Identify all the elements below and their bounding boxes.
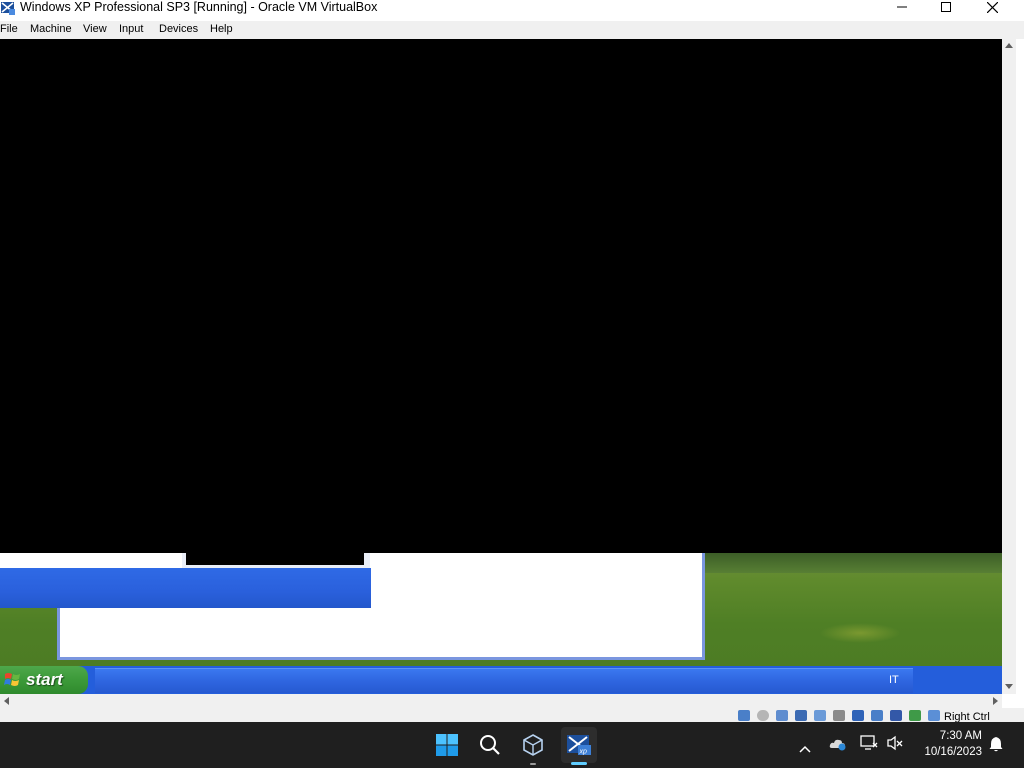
vm-black-region [0,39,1002,553]
host-virtualbox-manager[interactable] [515,727,551,765]
maximize-button[interactable] [923,0,969,14]
onedrive-icon[interactable] [829,736,847,755]
window-title: Windows XP Professional SP3 [Running] - … [20,0,378,14]
network-icon[interactable] [795,710,807,721]
xp-taskbar-buttons-area[interactable] [95,668,913,693]
maximize-icon [941,2,951,12]
vt-x-icon[interactable] [890,710,902,721]
close-icon [986,1,998,13]
menu-view[interactable]: View [83,23,107,35]
volume-muted-icon[interactable] [886,735,904,755]
virtualbox-manager-icon [523,734,543,756]
host-taskbar: xp 7:30 AM 10/16/2023 [0,722,1024,768]
language-indicator[interactable]: IT [889,674,899,686]
scroll-right-icon[interactable] [993,697,998,705]
menu-machine[interactable]: Machine [30,23,72,35]
guest-window-dark-area [186,553,364,565]
menu-help[interactable]: Help [210,23,233,35]
minimize-icon [897,6,907,8]
vertical-scrollbar[interactable] [1002,39,1016,694]
vm-display[interactable]: start IT [0,39,1002,694]
host-virtualbox-xp-vm[interactable]: xp [561,727,597,765]
menu-input[interactable]: Input [119,23,143,35]
audio-icon[interactable] [776,710,788,721]
chevron-up-icon[interactable] [799,738,811,757]
virtualbox-xp-vm-icon: xp [567,735,591,756]
horizontal-scrollbar[interactable] [0,694,1002,708]
menu-bar: File Machine View Input Devices Help [0,21,1024,39]
scroll-down-icon[interactable] [1005,684,1013,689]
usb-icon[interactable] [814,710,826,721]
shared-folders-icon[interactable] [833,710,845,721]
close-button[interactable] [969,0,1015,14]
display-icon[interactable] [852,710,864,721]
menu-file[interactable]: File [0,23,18,35]
minimize-button[interactable] [879,0,925,14]
wallpaper-horizon [700,553,1002,573]
clock-date[interactable]: 10/16/2023 [910,746,982,758]
scroll-left-icon[interactable] [4,697,9,705]
guest-window-content[interactable] [0,553,182,568]
search-icon [480,735,500,755]
active-indicator [571,762,587,765]
guest-window-blue-bar[interactable] [0,568,371,608]
notification-bell-icon[interactable] [989,736,1003,756]
virtualbox-icon [0,0,16,16]
host-search-button[interactable] [472,727,508,763]
xp-start-button[interactable]: start [0,666,88,694]
svg-text:xp: xp [579,749,588,756]
optical-drive-icon[interactable] [757,710,769,721]
hard-disk-icon[interactable] [738,710,750,721]
clock-time[interactable]: 7:30 AM [920,730,982,742]
windows-flag-icon [4,673,20,686]
start-icon [436,734,458,756]
status-bar: Right Ctrl [0,708,1024,723]
start-label: start [26,670,63,689]
mouse-integration-icon[interactable] [909,710,921,721]
network-icon[interactable] [860,735,878,755]
video-capture-icon[interactable] [871,710,883,721]
scroll-up-icon[interactable] [1005,43,1013,48]
running-indicator [530,763,536,765]
host-start-button[interactable] [429,727,465,763]
menu-devices[interactable]: Devices [159,23,198,35]
keyboard-icon[interactable] [928,710,940,721]
title-bar: Windows XP Professional SP3 [Running] - … [0,0,1024,21]
